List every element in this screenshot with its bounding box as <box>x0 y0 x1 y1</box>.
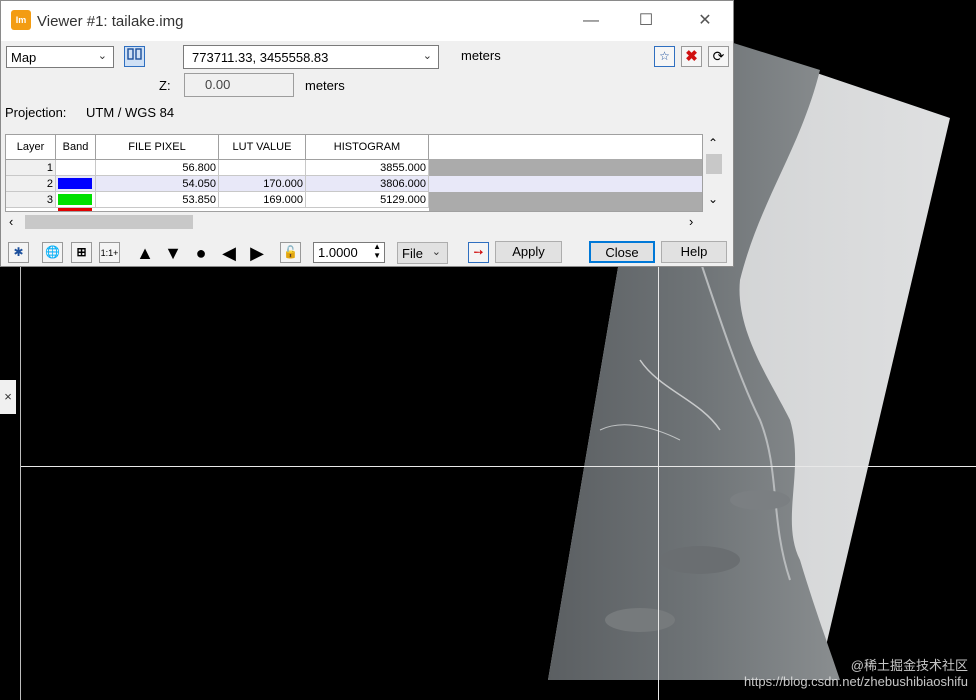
lock-button[interactable]: 🔓 <box>280 242 301 263</box>
scroll-right-icon[interactable]: › <box>689 214 693 229</box>
globe-icon: 🌐 <box>45 245 60 259</box>
band-color-swatch <box>58 178 92 189</box>
header-lut-value[interactable]: LUT VALUE <box>219 135 306 159</box>
cell-lut-value: 169.000 <box>219 192 306 208</box>
cell-layer: 3 <box>6 192 56 208</box>
cell-histogram: 3855.000 <box>306 160 429 176</box>
cancel-button[interactable]: ✖ <box>681 46 702 67</box>
table-row[interactable]: 2 54.050 170.000 3806.000 <box>6 176 702 192</box>
file-select-value: File <box>402 246 423 261</box>
watermark-line1: @稀土掘金技术社区 <box>850 658 968 673</box>
window-title: Viewer #1: tailake.img <box>37 13 184 30</box>
lock-icon: 🔓 <box>283 245 298 259</box>
z-units: meters <box>305 78 345 93</box>
scroll-left-icon[interactable]: ‹ <box>9 214 13 229</box>
close-button[interactable]: Close <box>589 241 655 263</box>
coordinate-mode-select[interactable]: Map ⌄ <box>6 46 114 68</box>
chevron-down-icon: ⌄ <box>431 246 441 258</box>
refresh-button[interactable]: ⟳ <box>708 46 729 67</box>
table-header: Layer Band FILE PIXEL LUT VALUE HISTOGRA… <box>6 135 702 160</box>
move-left-icon[interactable]: ◀ <box>218 242 240 264</box>
side-close-button[interactable]: × <box>0 380 16 414</box>
viewer-inquire-dialog: Im Viewer #1: tailake.img — ☐ ✕ Map ⌄ 77… <box>0 0 734 267</box>
cell-lut-value: 170.000 <box>219 176 306 192</box>
asterisk-icon: ✱ <box>13 245 24 259</box>
z-field[interactable]: 0.00 <box>184 73 294 97</box>
zoom-spinner[interactable]: 1.0000 ▲ ▼ <box>313 242 385 263</box>
scroll-down-icon[interactable]: ⌄ <box>708 192 718 206</box>
pick-icon: ➙ <box>473 245 484 259</box>
pin-button[interactable]: ☆ <box>654 46 675 67</box>
scroll-thumb[interactable] <box>706 154 722 174</box>
projection-label: Projection: <box>5 105 67 120</box>
move-down-icon[interactable]: ▼ <box>162 242 184 264</box>
apply-button[interactable]: Apply <box>495 241 562 263</box>
cell-band <box>56 192 96 208</box>
cell-layer: 1 <box>6 160 56 176</box>
header-layer[interactable]: Layer <box>6 135 56 159</box>
chevron-down-icon: ⌄ <box>422 50 432 62</box>
red-x-icon: ✖ <box>685 48 698 65</box>
app-logo-icon: Im <box>11 10 31 30</box>
cell-histogram: 3806.000 <box>306 176 429 192</box>
watermark: @稀土掘金技术社区 https://blog.csdn.net/zhebushi… <box>744 658 968 690</box>
coordinate-value: 773711.33, 3455558.83 <box>192 50 329 65</box>
z-label: Z: <box>159 78 171 93</box>
scroll-up-icon[interactable]: ⌃ <box>708 136 718 150</box>
cell-lut-value <box>219 160 306 176</box>
crosshair-horizontal <box>21 466 976 467</box>
zoom-one-to-one-button[interactable]: 1:1+ <box>99 242 120 263</box>
cell-layer: 2 <box>6 176 56 192</box>
coordinate-input[interactable]: 773711.33, 3455558.83 ⌄ <box>183 45 439 69</box>
scroll-thumb[interactable] <box>25 215 193 229</box>
link-cursor-button[interactable] <box>124 46 145 67</box>
center-cursor-button[interactable]: ⊞ <box>71 242 92 263</box>
chevron-down-icon: ⌄ <box>97 50 107 62</box>
move-up-icon[interactable]: ▲ <box>134 242 156 264</box>
maximize-button[interactable]: ☐ <box>626 7 666 35</box>
move-right-icon[interactable]: ▶ <box>246 242 268 264</box>
title-bar: Im Viewer #1: tailake.img — ☐ ✕ <box>1 1 733 41</box>
projection-value: UTM / WGS 84 <box>86 105 175 120</box>
band-color-swatch <box>58 208 92 211</box>
minimize-button[interactable]: — <box>571 7 611 35</box>
cursor-settings-button[interactable]: ✱ <box>8 242 29 263</box>
pick-tool-button[interactable]: ➙ <box>468 242 489 263</box>
dual-panel-icon <box>127 48 142 60</box>
band-color-swatch <box>58 162 92 173</box>
spinner-arrows-icon[interactable]: ▲ ▼ <box>373 242 381 260</box>
pin-icon: ☆ <box>659 49 670 63</box>
cell-file-pixel: 56.800 <box>96 160 219 176</box>
globe-button[interactable]: 🌐 <box>42 242 63 263</box>
cell-band <box>56 160 96 176</box>
one-to-one-plus-icon: 1:1+ <box>100 248 119 258</box>
watermark-line2: https://blog.csdn.net/zhebushibiaoshifu <box>743 674 968 689</box>
coordinate-mode-value: Map <box>11 50 37 65</box>
band-color-swatch <box>58 194 92 205</box>
circle-icon[interactable]: ● <box>190 242 212 264</box>
close-window-button[interactable]: ✕ <box>685 7 725 35</box>
cell-file-pixel: 53.850 <box>96 192 219 208</box>
header-band[interactable]: Band <box>56 135 96 159</box>
table-row[interactable]: 3 53.850 169.000 5129.000 <box>6 192 702 208</box>
table-row[interactable]: 1 56.800 3855.000 <box>6 160 702 176</box>
help-button[interactable]: Help <box>661 241 727 263</box>
horizontal-scrollbar[interactable]: ‹ › <box>5 212 703 232</box>
file-select[interactable]: File ⌄ <box>397 242 448 264</box>
coordinate-units: meters <box>461 48 501 63</box>
header-file-pixel[interactable]: FILE PIXEL <box>96 135 219 159</box>
crosshair-box-icon: ⊞ <box>76 245 87 259</box>
pixel-info-table: Layer Band FILE PIXEL LUT VALUE HISTOGRA… <box>5 134 703 212</box>
z-value: 0.00 <box>205 77 231 92</box>
cell-band <box>56 176 96 192</box>
cell-histogram: 5129.000 <box>306 192 429 208</box>
zoom-value: 1.0000 <box>318 245 358 260</box>
cell-file-pixel: 54.050 <box>96 176 219 192</box>
header-histogram[interactable]: HISTOGRAM <box>306 135 429 159</box>
vertical-scrollbar[interactable]: ⌃ ⌄ <box>704 134 724 212</box>
refresh-icon: ⟳ <box>712 48 725 64</box>
